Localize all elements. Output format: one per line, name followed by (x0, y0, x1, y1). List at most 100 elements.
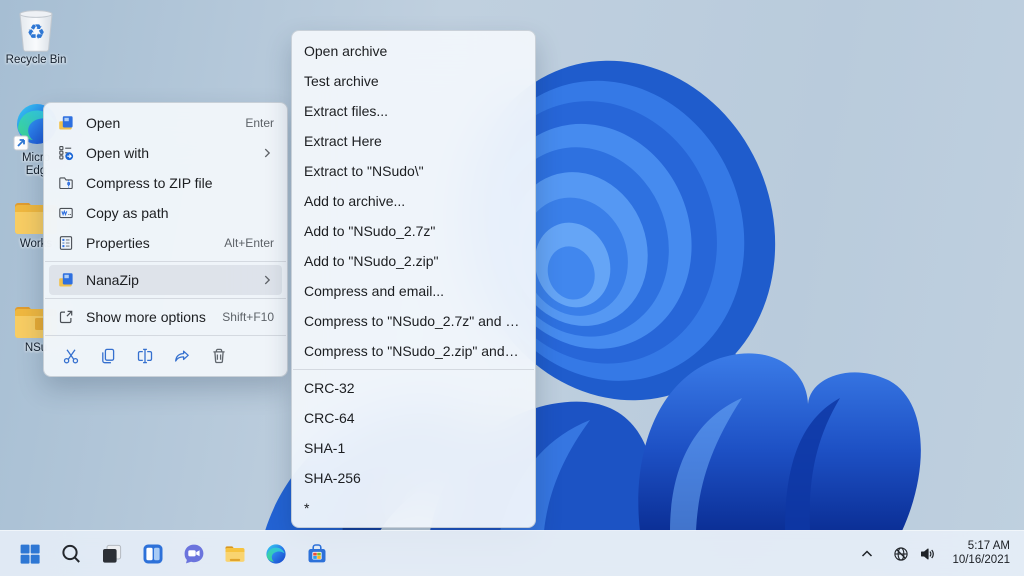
context-menu-separator (45, 261, 286, 262)
menu-item-label: Extract to "NSudo\" (304, 163, 522, 179)
show-more-icon (58, 309, 74, 325)
menu-item-label: Extract Here (304, 133, 522, 149)
menu-item-label: Show more options (86, 309, 208, 325)
submenu-item-compress-to-nsudo-2-zip-and-email[interactable]: Compress to "NSudo_2.zip" and email (297, 336, 530, 366)
search-icon (59, 542, 83, 566)
clock-time: 5:17 AM (952, 540, 1010, 554)
submenu-item-compress-to-nsudo-2-7z-and-email[interactable]: Compress to "NSudo_2.7z" and email (297, 306, 530, 336)
menu-item-shortcut: Shift+F10 (222, 310, 274, 324)
submenu-item-extract-here[interactable]: Extract Here (297, 126, 530, 156)
recycle-bin-icon: ♻ (14, 6, 58, 54)
menu-item-label: Compress to ZIP file (86, 175, 274, 191)
open-with-icon (58, 145, 74, 161)
taskbar-button-task-view[interactable] (92, 534, 132, 574)
file-explorer-icon (223, 542, 247, 566)
share-icon (173, 347, 191, 365)
submenu-item-item[interactable]: * (297, 493, 530, 523)
network-globe-icon (893, 546, 909, 562)
rename-button[interactable] (126, 341, 163, 370)
submenu-item-extract-to-nsudo[interactable]: Extract to "NSudo\" (297, 156, 530, 186)
tray-button-network-globe[interactable] (888, 538, 914, 570)
chevron-up-icon (859, 546, 875, 562)
zip-folder-icon (58, 175, 74, 191)
chevron-right-icon (260, 146, 274, 160)
menu-item-label: NanaZip (86, 272, 248, 288)
desktop-label: Recycle Bin (0, 54, 72, 67)
context-menu-item-show-more-options[interactable]: Show more options Shift+F10 (49, 302, 282, 332)
copy-icon (99, 347, 117, 365)
submenu-item-crc-64[interactable]: CRC-64 (297, 403, 530, 433)
delete-button[interactable] (200, 341, 237, 370)
taskbar-button-file-explorer[interactable] (215, 534, 255, 574)
chevron-right-icon (260, 273, 274, 287)
copy-button[interactable] (89, 341, 126, 370)
nanazip-submenu: Open archive Test archive Extract files...… (291, 30, 536, 528)
chat-icon (182, 542, 206, 566)
menu-item-label: SHA-256 (304, 470, 522, 486)
cut-button[interactable] (52, 341, 89, 370)
store-icon (305, 542, 329, 566)
taskbar: 5:17 AM 10/16/2021 (0, 530, 1024, 576)
taskbar-button-start[interactable] (10, 534, 50, 574)
taskbar-button-edge[interactable] (256, 534, 296, 574)
submenu-separator (293, 369, 534, 370)
svg-text:♻: ♻ (27, 20, 46, 44)
context-menu-item-copy-as-path[interactable]: Copy as path (49, 198, 282, 228)
widgets-icon (141, 542, 165, 566)
delete-icon (210, 347, 228, 365)
menu-item-label: Compress and email... (304, 283, 522, 299)
context-menu-separator (45, 298, 286, 299)
taskbar-button-store[interactable] (297, 534, 337, 574)
tray-button-volume[interactable] (914, 538, 940, 570)
context-menu-item-open-with[interactable]: Open with (49, 138, 282, 168)
menu-item-label: Open (86, 115, 231, 131)
context-menu-separator (45, 335, 286, 336)
menu-item-label: Open with (86, 145, 248, 161)
context-menu-item-nanazip[interactable]: NanaZip (49, 265, 282, 295)
menu-item-label: Open archive (304, 43, 522, 59)
submenu-item-compress-and-email[interactable]: Compress and email... (297, 276, 530, 306)
share-button[interactable] (163, 341, 200, 370)
rename-icon (136, 347, 154, 365)
cut-icon (62, 347, 80, 365)
start-icon (18, 542, 42, 566)
submenu-item-add-to-nsudo-2-zip[interactable]: Add to "NSudo_2.zip" (297, 246, 530, 276)
submenu-item-sha-1[interactable]: SHA-1 (297, 433, 530, 463)
menu-item-label: Add to "NSudo_2.7z" (304, 223, 522, 239)
context-menu-item-properties[interactable]: PropertiesAlt+Enter (49, 228, 282, 258)
context-menu-item-compress-to-zip-file[interactable]: Compress to ZIP file (49, 168, 282, 198)
submenu-item-open-archive[interactable]: Open archive (297, 36, 530, 66)
submenu-item-sha-256[interactable]: SHA-256 (297, 463, 530, 493)
tray-button-chevron-up[interactable] (854, 538, 880, 570)
menu-item-label: SHA-1 (304, 440, 522, 456)
menu-item-label: * (304, 500, 522, 516)
menu-item-label: Add to "NSudo_2.zip" (304, 253, 522, 269)
taskbar-button-search[interactable] (51, 534, 91, 574)
desktop-icon-recycle-bin[interactable]: ♻ Recycle Bin (0, 6, 72, 67)
edge-icon (264, 542, 288, 566)
context-menu: OpenEnter Open with Compress to ZIP file Co… (43, 102, 288, 377)
copy-path-icon (58, 205, 74, 221)
taskbar-app-icons (0, 534, 337, 574)
menu-item-label: Extract files... (304, 103, 522, 119)
menu-item-label: CRC-32 (304, 380, 522, 396)
menu-item-label: Add to archive... (304, 193, 522, 209)
submenu-item-add-to-archive[interactable]: Add to archive... (297, 186, 530, 216)
menu-item-label: Copy as path (86, 205, 274, 221)
properties-icon (58, 235, 74, 251)
menu-item-label: Compress to "NSudo_2.zip" and email (304, 343, 522, 359)
submenu-item-extract-files[interactable]: Extract files... (297, 96, 530, 126)
context-menu-item-open[interactable]: OpenEnter (49, 108, 282, 138)
submenu-item-crc-32[interactable]: CRC-32 (297, 373, 530, 403)
menu-item-label: Compress to "NSudo_2.7z" and email (304, 313, 522, 329)
taskbar-button-chat[interactable] (174, 534, 214, 574)
taskbar-clock[interactable]: 5:17 AM 10/16/2021 (948, 538, 1014, 569)
submenu-item-test-archive[interactable]: Test archive (297, 66, 530, 96)
taskbar-button-widgets[interactable] (133, 534, 173, 574)
submenu-item-add-to-nsudo-2-7z[interactable]: Add to "NSudo_2.7z" (297, 216, 530, 246)
nsudo-app-icon (58, 115, 74, 131)
volume-icon (919, 546, 935, 562)
clock-date: 10/16/2021 (952, 554, 1010, 568)
menu-item-label: CRC-64 (304, 410, 522, 426)
taskbar-system-tray: 5:17 AM 10/16/2021 (854, 538, 1024, 570)
